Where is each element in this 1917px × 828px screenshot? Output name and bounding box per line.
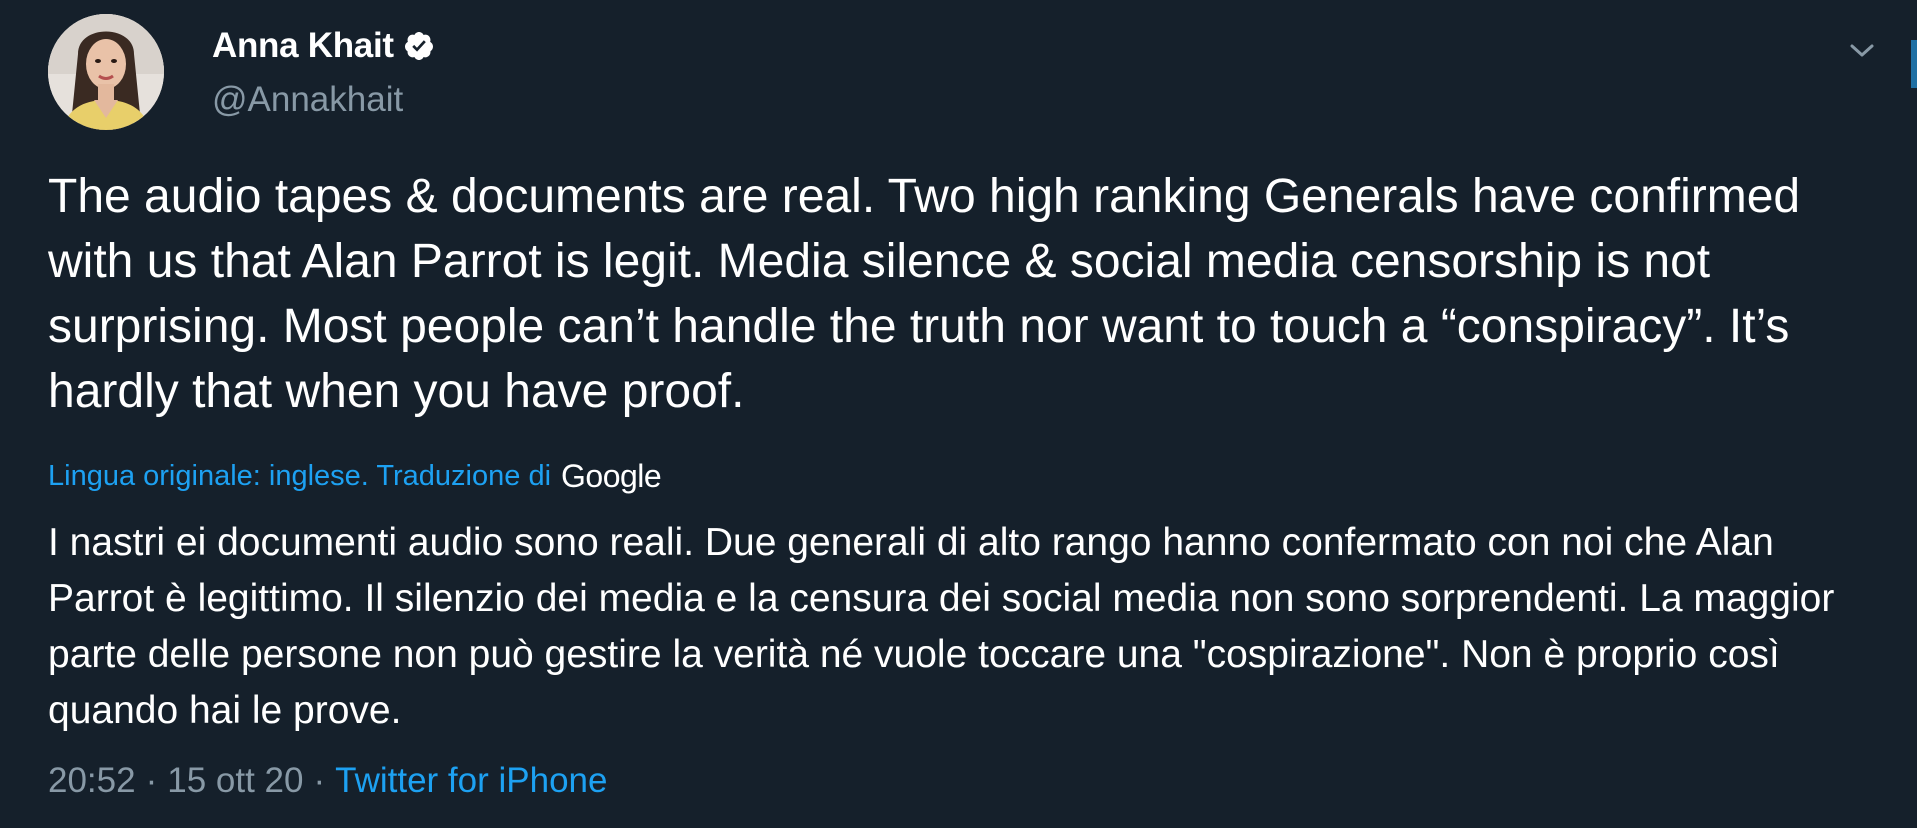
tweet-date: 15 ott 20: [167, 761, 304, 800]
scroll-edge-indicator: [1911, 40, 1917, 88]
translation-attribution: Lingua originale: inglese. Traduzione di…: [48, 456, 662, 496]
user-handle[interactable]: @Annakhait: [212, 80, 403, 120]
tweet-text: The audio tapes & documents are real. Tw…: [48, 170, 1801, 418]
tweet-meta: 20:52 · 15 ott 20 · Twitter for iPhone: [48, 757, 607, 805]
avatar[interactable]: [48, 14, 164, 130]
chevron-down-icon[interactable]: [1847, 38, 1877, 64]
verified-badge-icon: [403, 30, 435, 62]
tweet-source-link[interactable]: Twitter for iPhone: [335, 761, 607, 801]
meta-separator: ·: [145, 761, 158, 800]
google-logo: Google: [561, 457, 662, 494]
meta-separator: ·: [313, 761, 326, 800]
name-row: Anna Khait: [212, 24, 435, 68]
display-name[interactable]: Anna Khait: [212, 26, 394, 66]
translated-text: I nastri ei documenti audio sono reali. …: [48, 521, 1835, 732]
tweet-card: Anna Khait @Annakhait The audio tapes & …: [0, 0, 1917, 828]
translation-label[interactable]: Lingua originale: inglese. Traduzione di: [48, 460, 551, 493]
tweet-time: 20:52: [48, 761, 136, 800]
avatar-image: [48, 14, 164, 130]
